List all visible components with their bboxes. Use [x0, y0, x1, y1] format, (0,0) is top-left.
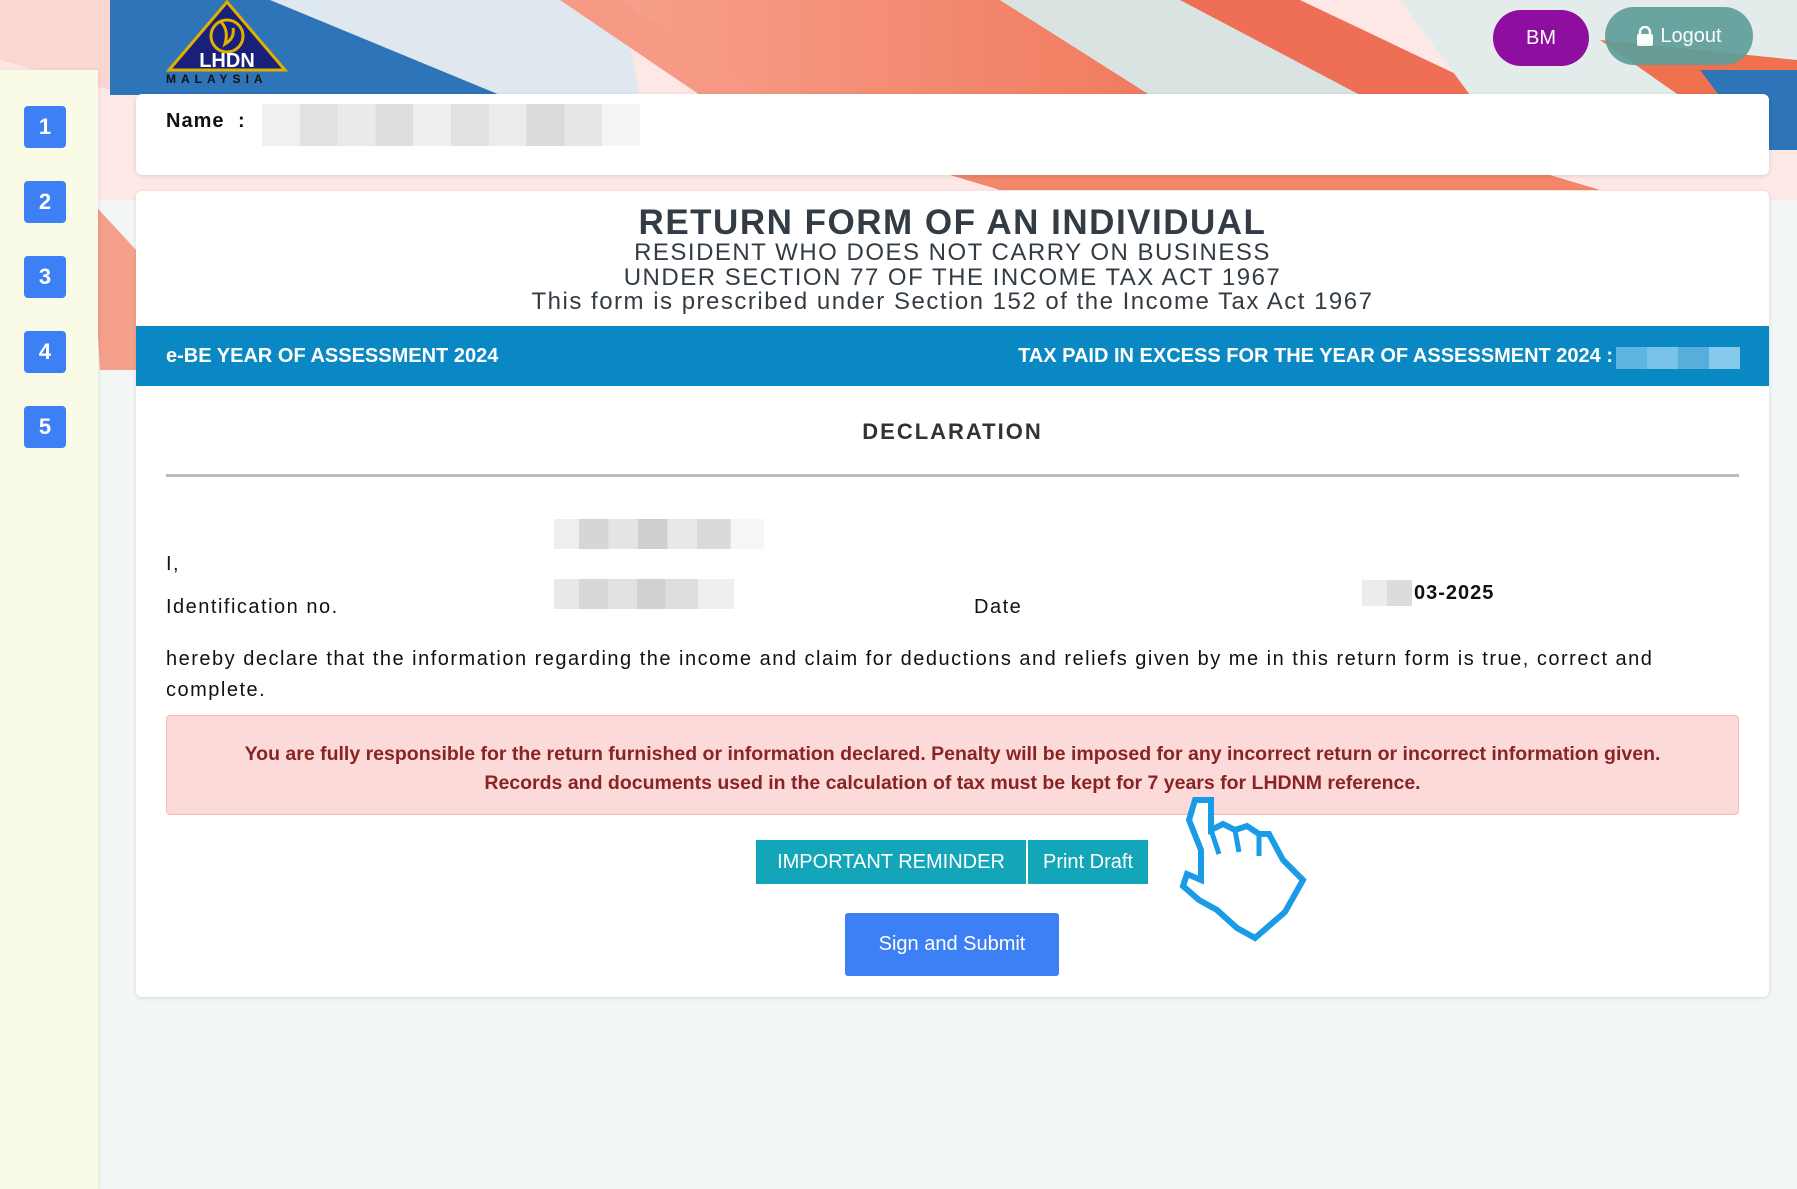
identification-redacted [554, 579, 734, 609]
declaration-title: DECLARATION [862, 419, 1043, 444]
form-title: RETURN FORM OF AN INDIVIDUAL [638, 203, 1267, 242]
date-value: 03-2025 [1414, 582, 1495, 604]
name-redacted [262, 104, 640, 146]
name-colon: : [238, 110, 245, 132]
name-label: Name [166, 110, 225, 132]
declaration-statement: hereby declare that the information rega… [166, 648, 1654, 701]
step-3-button[interactable]: 3 [24, 256, 66, 298]
logout-button[interactable]: Logout [1605, 7, 1753, 65]
form-subtitle-1: RESIDENT WHO DOES NOT CARRY ON BUSINESS [634, 239, 1271, 266]
date-label: Date [974, 596, 1023, 618]
step-4-button[interactable]: 4 [24, 331, 66, 373]
assessment-bar: e-BE YEAR OF ASSESSMENT 2024 TAX PAID IN… [136, 326, 1769, 386]
svg-text:LHDN: LHDN [199, 50, 255, 72]
step-5-button[interactable]: 5 [24, 406, 66, 448]
return-form-card: RETURN FORM OF AN INDIVIDUAL RESIDENT WH… [136, 191, 1769, 997]
alert-line-2: Records and documents used in the calcul… [484, 772, 1421, 794]
date-day-redacted [1362, 580, 1412, 606]
lock-icon [1636, 26, 1654, 46]
sign-and-submit-button[interactable]: Sign and Submit [845, 913, 1059, 976]
identification-label: Identification no. [166, 596, 339, 618]
name-card: Name : [136, 94, 1769, 175]
important-reminder-button[interactable]: IMPORTANT REMINDER [756, 840, 1026, 884]
logout-label: Logout [1660, 24, 1722, 47]
tax-excess-redacted [1616, 347, 1740, 369]
step-1-button[interactable]: 1 [24, 106, 66, 148]
step-sidebar: 1 2 3 4 5 [0, 70, 98, 1189]
print-draft-button[interactable]: Print Draft [1028, 840, 1148, 884]
form-header: RETURN FORM OF AN INDIVIDUAL RESIDENT WH… [136, 205, 1769, 315]
tax-excess-label: TAX PAID IN EXCESS FOR THE YEAR OF ASSES… [1018, 345, 1613, 367]
alert-line-1: You are fully responsible for the return… [244, 743, 1661, 765]
language-bm-button[interactable]: BM [1493, 10, 1589, 66]
form-subtitle-3: This form is prescribed under Section 15… [531, 288, 1374, 315]
hand-cursor-icon [1165, 790, 1325, 950]
declarant-label: I, [166, 553, 181, 575]
declaration-divider [166, 474, 1739, 477]
form-subtitle-2: UNDER SECTION 77 OF THE INCOME TAX ACT 1… [623, 263, 1282, 291]
logo-subtext: MALAYSIA [166, 72, 268, 86]
declarant-name-redacted [554, 519, 764, 549]
step-2-button[interactable]: 2 [24, 181, 66, 223]
assessment-year: e-BE YEAR OF ASSESSMENT 2024 [166, 345, 499, 367]
responsibility-alert: You are fully responsible for the return… [166, 715, 1739, 815]
